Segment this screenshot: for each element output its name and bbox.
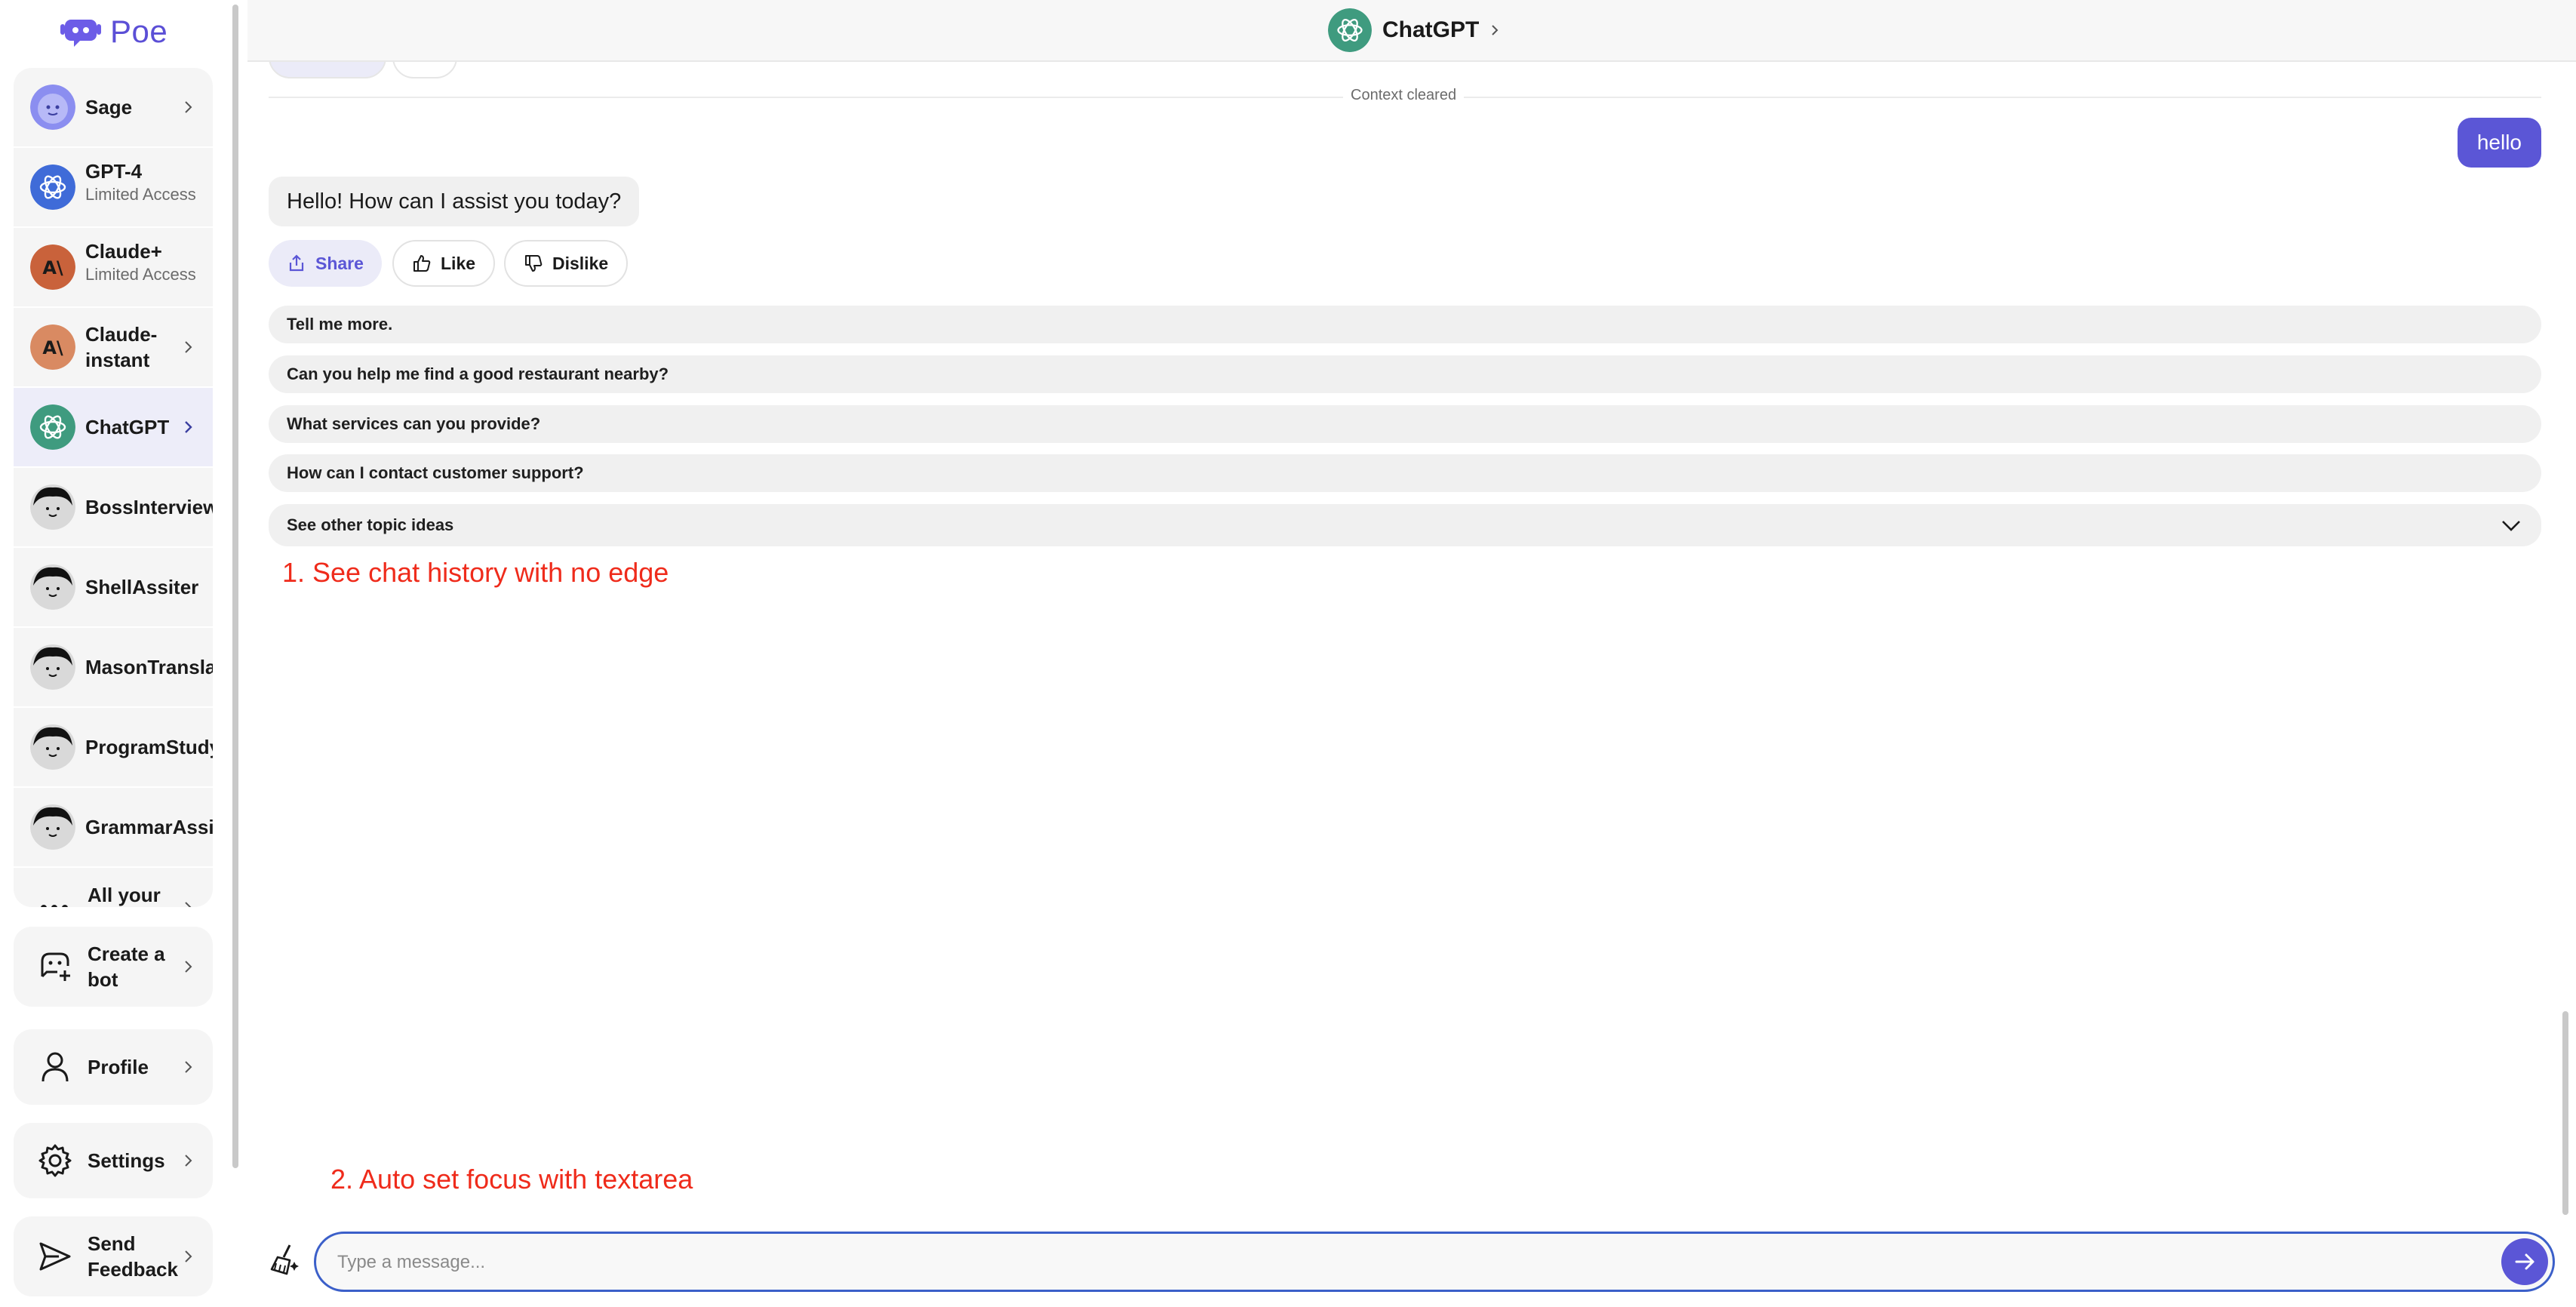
default-face-avatar-icon: [30, 564, 75, 610]
send-feedback-label: Send Feedback: [88, 1232, 178, 1281]
bot-access-status: Limited Access: [85, 185, 196, 204]
bot-list: Sage GPT-4 Limited Access A\ Claude+ Lim…: [14, 68, 213, 907]
bot-name: ShellAssiter: [85, 576, 199, 598]
logo-text: Poe: [110, 14, 168, 49]
sidebar: Poe Sage GPT-4 Limited Access A\ Claude+…: [0, 0, 240, 1307]
chevron-right-icon: [1492, 25, 1499, 35]
anthropic-avatar-icon: A\: [30, 324, 75, 370]
suggestion-item[interactable]: Can you help me find a good restaurant n…: [269, 355, 2541, 393]
sidebar-item-shellassiter[interactable]: ShellAssiter: [14, 548, 213, 628]
thumbs-down-icon: [525, 255, 543, 272]
user-icon: [41, 1052, 69, 1082]
default-face-avatar-icon: [30, 644, 75, 690]
sidebar-item-grammarassis[interactable]: GrammarAssis: [14, 788, 213, 868]
thumbs-up-icon: [413, 255, 431, 272]
send-icon: [39, 1242, 71, 1271]
openai-avatar-icon: [30, 165, 75, 210]
svg-text:A\: A\: [42, 337, 63, 358]
default-face-avatar-icon: [30, 484, 75, 530]
send-button[interactable]: [2501, 1238, 2548, 1285]
chevron-right-icon: [185, 1061, 192, 1073]
svg-text:A\: A\: [42, 257, 63, 278]
sidebar-item-gpt-4[interactable]: GPT-4 Limited Access: [14, 148, 213, 228]
other-topics-label: See other topic ideas: [287, 515, 454, 534]
all-bots-label: All your bots: [88, 884, 161, 906]
chevron-down-icon: [2502, 521, 2520, 531]
sidebar-item-claude-plus[interactable]: A\ Claude+ Limited Access: [14, 228, 213, 308]
profile-label: Profile: [88, 1056, 149, 1078]
header-bot-button[interactable]: ChatGPT: [1328, 8, 1500, 52]
share-icon: [289, 254, 304, 272]
sidebar-item-claude-instant[interactable]: A\ Claude-instant: [14, 308, 213, 388]
sage-avatar-icon: [30, 85, 75, 130]
poe-logo[interactable]: Poe: [60, 14, 168, 50]
send-feedback-button[interactable]: Send Feedback: [14, 1216, 213, 1296]
bot-message-bubble: Hello! How can I assist you today?: [269, 177, 640, 226]
more-dots-icon: [41, 905, 68, 907]
default-face-avatar-icon: [30, 804, 75, 850]
anthropic-avatar-icon: A\: [30, 244, 75, 290]
dislike-button[interactable]: Dislike: [504, 240, 629, 287]
sidebar-item-sage[interactable]: Sage: [14, 68, 213, 148]
arrow-right-icon: [2515, 1253, 2535, 1270]
bot-name: GrammarAssis: [85, 816, 213, 838]
share-label: Share: [315, 253, 364, 273]
profile-button[interactable]: Profile: [14, 1029, 213, 1105]
suggestion-item[interactable]: Tell me more.: [269, 306, 2541, 343]
sidebar-item-chatgpt[interactable]: ChatGPT: [14, 388, 213, 468]
bot-name: ProgramStudy: [85, 736, 213, 758]
bot-name: MasonTranslat: [85, 656, 213, 678]
sidebar-item-masontranslat[interactable]: MasonTranslat: [14, 628, 213, 708]
settings-label: Settings: [88, 1149, 165, 1172]
chevron-right-icon: [185, 961, 192, 973]
context-cleared-label: Context cleared: [1343, 87, 1465, 104]
chat-scrollbar[interactable]: [2562, 1011, 2568, 1215]
bot-name-block: Claude+ Limited Access: [85, 238, 213, 285]
poe-logo-icon: [60, 20, 101, 47]
annotation-note-1: 1. See chat history with no edge: [282, 557, 669, 588]
openai-avatar-icon: [30, 404, 75, 450]
chat-header: ChatGPT: [247, 0, 2576, 62]
gear-icon: [38, 1144, 72, 1177]
bot-name: Claude-instant: [85, 323, 158, 371]
chevron-right-icon: [185, 421, 192, 433]
message-input[interactable]: [336, 1244, 2467, 1281]
other-topics-toggle[interactable]: See other topic ideas: [269, 504, 2541, 546]
default-face-avatar-icon: [30, 724, 75, 770]
share-button[interactable]: Share: [269, 240, 382, 287]
bot-name: Claude+: [85, 240, 162, 263]
header-bot-name: ChatGPT: [1382, 17, 1480, 42]
annotation-note-2: 2. Auto set focus with textarea: [330, 1164, 693, 1195]
suggestion-item[interactable]: How can I contact customer support?: [269, 454, 2541, 492]
broom-clear-context-icon[interactable]: [267, 1242, 302, 1277]
settings-button[interactable]: Settings: [14, 1123, 213, 1198]
like-label: Like: [441, 253, 476, 273]
sidebar-item-bossinterview[interactable]: BossInterview: [14, 468, 213, 548]
bot-name-block: GPT-4 Limited Access: [85, 158, 213, 205]
sidebar-scrollbar[interactable]: [232, 5, 238, 1168]
sidebar-item-programstudy[interactable]: ProgramStudy: [14, 708, 213, 788]
create-bot-label: Create a bot: [88, 943, 165, 991]
chevron-right-icon: [185, 101, 192, 113]
bot-access-status: Limited Access: [85, 265, 196, 284]
dislike-label: Dislike: [552, 253, 609, 273]
bot-name: BossInterview: [85, 496, 213, 518]
message-composer: [314, 1232, 2555, 1292]
chevron-right-icon: [185, 902, 192, 907]
suggestion-item[interactable]: What services can you provide?: [269, 405, 2541, 443]
user-message-bubble: hello: [2457, 118, 2541, 168]
bot-name: GPT-4: [85, 160, 143, 183]
chevron-right-icon: [185, 1250, 192, 1262]
openai-avatar-icon: [1328, 8, 1372, 52]
chevron-right-icon: [185, 341, 192, 353]
chevron-right-icon: [185, 1155, 192, 1167]
create-bot-icon: [41, 952, 70, 981]
like-button[interactable]: Like: [392, 240, 496, 287]
create-bot-button[interactable]: Create a bot: [14, 927, 213, 1007]
sidebar-item-all-bots[interactable]: All your bots: [14, 868, 213, 907]
